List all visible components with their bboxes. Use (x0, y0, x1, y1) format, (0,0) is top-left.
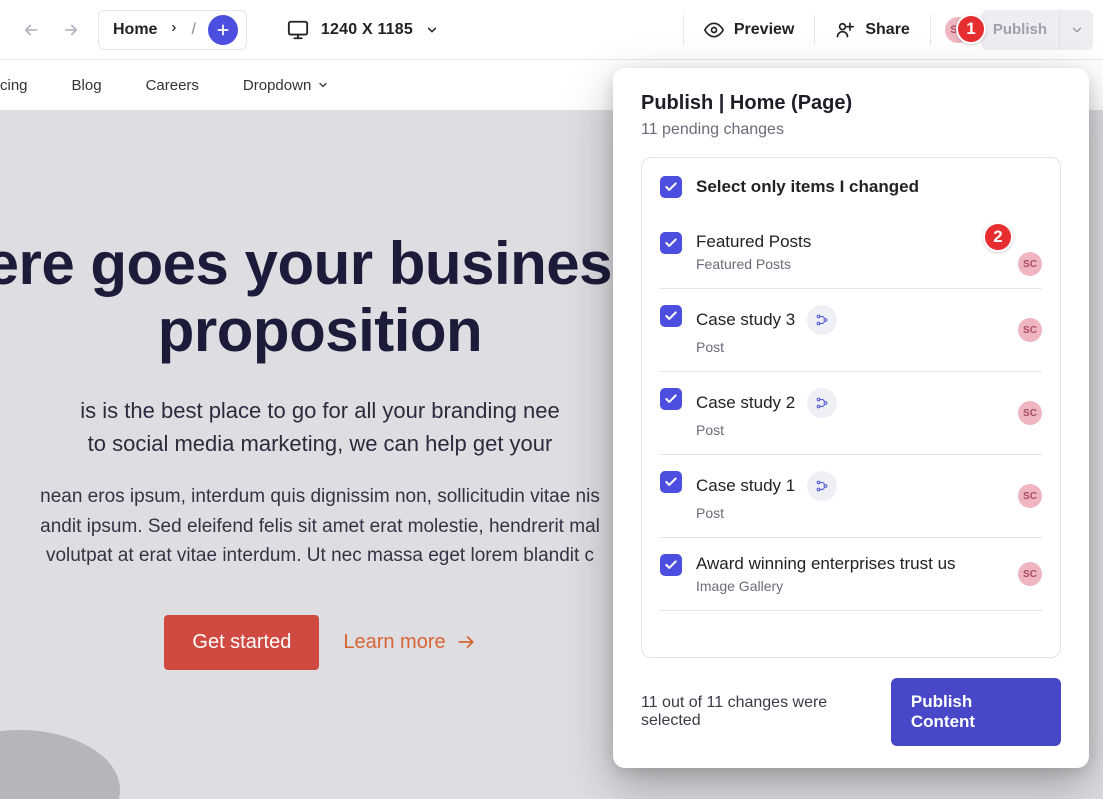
separator (814, 15, 815, 45)
select-all-label: Select only items I changed (696, 177, 919, 197)
preview-button[interactable]: Preview (698, 14, 800, 46)
reference-icon (807, 305, 837, 335)
publish-caret[interactable] (1059, 10, 1093, 50)
get-started-button[interactable]: Get started (164, 615, 319, 670)
desktop-icon (287, 19, 309, 41)
share-button[interactable]: Share (829, 14, 915, 46)
decorative-blob (0, 730, 120, 799)
share-icon (835, 20, 855, 40)
breadcrumb-page: Home (113, 21, 157, 39)
check-icon (664, 180, 678, 194)
change-item[interactable]: Featured PostsFeatured PostsSC (660, 212, 1042, 289)
selection-count: 11 out of 11 changes were selected (641, 694, 891, 730)
publish-content-button[interactable]: Publish Content (891, 678, 1061, 746)
change-author-avatar: SC (1018, 401, 1042, 425)
nav-item-dropdown[interactable]: Dropdown (243, 77, 329, 94)
check-icon (664, 309, 678, 323)
change-item-title: Award winning enterprises trust us (696, 554, 1042, 574)
chevron-down-icon (425, 23, 439, 37)
change-item[interactable]: Award winning enterprises trust us Image … (660, 538, 1042, 611)
nav-item[interactable]: Blog (72, 77, 102, 94)
change-item-title: Case study 3 (696, 305, 1042, 335)
change-author-avatar: SC (1018, 252, 1042, 276)
change-item-body: Case study 2 Post (696, 388, 1042, 438)
arrow-right-icon (456, 632, 476, 652)
preview-label: Preview (734, 21, 794, 39)
learn-more-link[interactable]: Learn more (343, 631, 475, 654)
viewport-selector[interactable]: 1240 X 1185 (287, 19, 439, 41)
change-item[interactable]: Case study 3 PostSC (660, 289, 1042, 372)
chevron-down-icon (1070, 23, 1084, 37)
nav-item[interactable]: cing (0, 77, 28, 94)
arrow-left-icon (22, 21, 40, 39)
checkbox-checked[interactable] (660, 232, 682, 254)
annotation-badge-1: 1 (956, 14, 986, 44)
change-item-type: Featured Posts (696, 256, 1042, 272)
change-item-body: Case study 3 Post (696, 305, 1042, 355)
change-item-body: Award winning enterprises trust us Image … (696, 554, 1042, 594)
check-icon (664, 236, 678, 250)
checkbox-checked[interactable] (660, 471, 682, 493)
change-item[interactable]: Case study 1 PostSC (660, 455, 1042, 538)
change-item-body: Case study 1 Post (696, 471, 1042, 521)
change-author-avatar: SC (1018, 562, 1042, 586)
viewport-dimensions: 1240 X 1185 (321, 21, 413, 39)
share-label: Share (865, 21, 909, 39)
chevron-right-icon (169, 21, 179, 39)
change-item-type: Post (696, 339, 1042, 355)
select-all-row[interactable]: Select only items I changed (660, 176, 1042, 204)
checkbox-checked[interactable] (660, 305, 682, 327)
change-item-type: Post (696, 505, 1042, 521)
separator (683, 15, 684, 45)
panel-subtitle: 11 pending changes (641, 121, 1077, 139)
reference-icon (807, 471, 837, 501)
checkbox-checked[interactable] (660, 176, 682, 198)
change-item[interactable]: Case study 2 PostSC (660, 372, 1042, 455)
change-item-type: Image Gallery (696, 578, 1042, 594)
annotation-badge-2: 2 (983, 222, 1013, 252)
check-icon (664, 558, 678, 572)
eye-icon (704, 20, 724, 40)
publish-dropdown[interactable]: Publish (981, 10, 1093, 50)
check-icon (664, 475, 678, 489)
nav-item[interactable]: Careers (146, 77, 199, 94)
reference-icon (807, 388, 837, 418)
change-item-type: Post (696, 422, 1042, 438)
toolbar-right: Preview Share SC Publish (669, 10, 1093, 50)
forward-button[interactable] (54, 13, 88, 47)
change-author-avatar: SC (1018, 484, 1042, 508)
breadcrumb-separator: / (191, 21, 195, 39)
check-icon (664, 392, 678, 406)
plus-icon (216, 23, 230, 37)
separator (930, 15, 931, 45)
change-item-title: Case study 2 (696, 388, 1042, 418)
arrow-right-icon (62, 21, 80, 39)
nav-history (14, 13, 88, 47)
publish-label: Publish (981, 21, 1059, 38)
panel-footer: 11 out of 11 changes were selected Publi… (641, 658, 1077, 746)
publish-panel: Publish | Home (Page) 11 pending changes… (613, 68, 1089, 768)
back-button[interactable] (14, 13, 48, 47)
breadcrumb[interactable]: Home / (98, 10, 247, 50)
top-toolbar: Home / 1240 X 1185 Preview Share SC Publ… (0, 0, 1103, 60)
panel-title: Publish | Home (Page) (641, 92, 1077, 115)
change-item-title: Case study 1 (696, 471, 1042, 501)
change-author-avatar: SC (1018, 318, 1042, 342)
checkbox-checked[interactable] (660, 554, 682, 576)
add-page-button[interactable] (208, 15, 238, 45)
checkbox-checked[interactable] (660, 388, 682, 410)
chevron-down-icon (317, 79, 329, 91)
